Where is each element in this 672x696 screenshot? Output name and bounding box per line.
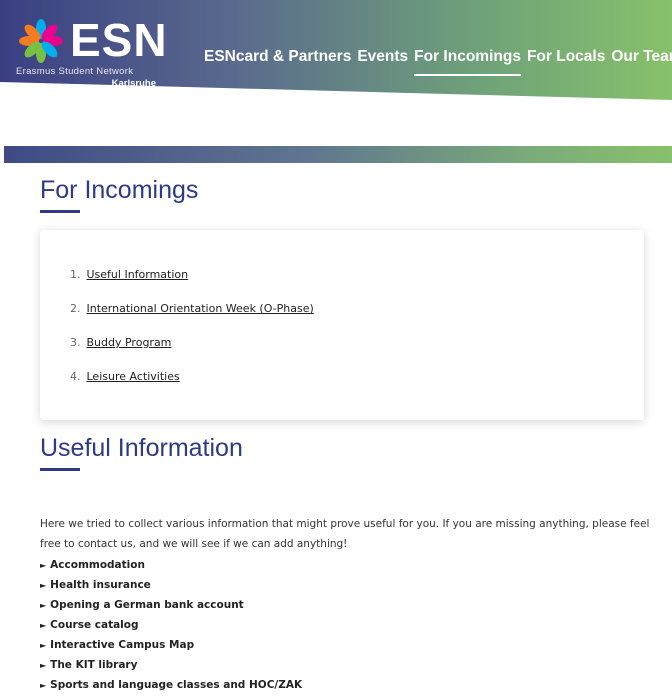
expand-arrow-icon: ► — [40, 581, 47, 590]
site-header: ESN Erasmus Student Network Karlsruhe ES… — [0, 0, 672, 120]
expand-arrow-icon: ► — [40, 661, 47, 670]
expand-arrow-icon: ► — [40, 621, 47, 630]
expand-arrow-icon: ► — [40, 681, 47, 690]
section-title-useful-information: Useful Information — [40, 434, 243, 462]
accordion-item-label: Interactive Campus Map — [50, 639, 195, 651]
expand-arrow-icon: ► — [40, 601, 47, 610]
section-title-underline — [40, 468, 80, 471]
accordion-item-bank-account[interactable]: ► Opening a German bank account — [40, 595, 302, 615]
intro-paragraph: Here we tried to collect various informa… — [40, 517, 650, 550]
accordion-item-course-catalog[interactable]: ► Course catalog — [40, 615, 302, 635]
accordion-item-label: Health insurance — [50, 579, 151, 591]
nav-item-events[interactable]: Events — [357, 48, 408, 70]
page-title-underline — [40, 210, 80, 213]
toc-link-buddy-program[interactable]: Buddy Program — [87, 336, 172, 349]
nav-item-our-team[interactable]: Our Team — [611, 48, 672, 70]
accordion-item-label: Accommodation — [50, 559, 145, 571]
accordion-item-sports-language[interactable]: ► Sports and language classes and HOC/ZAK — [40, 675, 302, 695]
accordion-item-label: The KIT library — [50, 659, 138, 671]
toc-item: 3. Buddy Program — [70, 336, 171, 349]
accordion-item-accommodation[interactable]: ► Accommodation — [40, 555, 302, 575]
esn-logo[interactable]: ESN Erasmus Student Network Karlsruhe — [14, 14, 167, 94]
toc-number: 2. — [70, 302, 81, 315]
toc-number: 3. — [70, 336, 81, 349]
toc-item: 4. Leisure Activities — [70, 370, 180, 383]
logo-wordmark: ESN — [70, 14, 168, 66]
accordion-item-campus-map[interactable]: ► Interactive Campus Map — [40, 635, 302, 655]
table-of-contents: 1. Useful Information 2. International Ori… — [40, 230, 644, 420]
nav-item-for-incomings[interactable]: For Incomings — [414, 48, 521, 76]
accordion-item-label: Opening a German bank account — [50, 599, 244, 611]
main-nav: ESNcard & Partners Events For Incomings … — [204, 48, 672, 76]
page-title: For Incomings — [40, 176, 199, 204]
expand-arrow-icon: ► — [40, 561, 47, 570]
toc-link-orientation-week[interactable]: International Orientation Week (O-Phase) — [87, 302, 314, 315]
nav-item-for-locals[interactable]: For Locals — [527, 48, 605, 70]
accordion-item-health-insurance[interactable]: ► Health insurance — [40, 575, 302, 595]
info-accordion-list: ► Accommodation ► Health insurance ► Openin… — [40, 555, 302, 695]
nav-item-esncard-partners[interactable]: ESNcard & Partners — [204, 48, 351, 70]
toc-number: 1. — [70, 268, 81, 281]
toc-link-useful-information[interactable]: Useful Information — [87, 268, 189, 281]
accordion-item-label: Course catalog — [50, 619, 139, 631]
decorative-gradient-stripe — [4, 146, 672, 163]
toc-number: 4. — [70, 370, 81, 383]
toc-item: 1. Useful Information — [70, 268, 188, 281]
accordion-item-label: Sports and language classes and HOC/ZAK — [50, 679, 303, 691]
logo-city: Karlsruhe — [111, 78, 156, 89]
expand-arrow-icon: ► — [40, 641, 47, 650]
toc-item: 2. International Orientation Week (O-Phas… — [70, 302, 314, 315]
esn-star-icon — [19, 19, 63, 63]
toc-link-leisure-activities[interactable]: Leisure Activities — [87, 370, 180, 383]
accordion-item-kit-library[interactable]: ► The KIT library — [40, 655, 302, 675]
logo-subtitle: Erasmus Student Network — [16, 66, 134, 77]
